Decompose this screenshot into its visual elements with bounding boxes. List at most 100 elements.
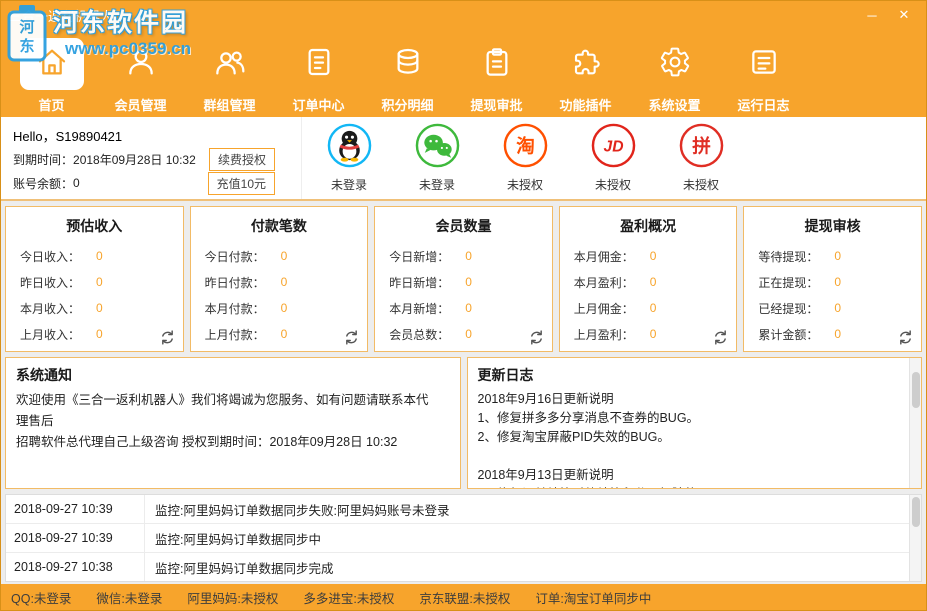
expiry-value: 2018年09月28日 10:32: [73, 151, 196, 168]
log-row[interactable]: 2018-09-27 10:39 监控:阿里妈妈订单数据同步中: [6, 524, 921, 553]
platform-qq[interactable]: 未登录: [320, 123, 378, 193]
app-window: 三合一返利机器人 ─ ✕ 首页 会员管理 群组管理 订单中心 积分明细: [0, 0, 927, 611]
refresh-icon[interactable]: [897, 329, 914, 346]
main-content: Hello，S19890421 到期时间：2018年09月28日 10:32 续…: [1, 117, 926, 584]
nav-item-home[interactable]: 首页: [7, 29, 96, 117]
minimize-button[interactable]: ─: [858, 4, 886, 26]
log-time: 2018-09-27 10:39: [6, 524, 144, 552]
platform-taobao[interactable]: 淘 未授权: [496, 123, 554, 193]
system-notice-title: 系统通知: [16, 365, 450, 385]
scrollbar-thumb[interactable]: [912, 497, 920, 527]
nav-item-members[interactable]: 会员管理: [96, 29, 185, 117]
changelog-line: 1、修复拼多多分享消息不查券的BUG。: [478, 409, 898, 428]
changelog-line: [478, 447, 898, 466]
monitor-log-table: 2018-09-27 10:39 监控:阿里妈妈订单数据同步失败:阿里妈妈账号未…: [5, 494, 922, 582]
renew-license-button[interactable]: 续费授权: [209, 148, 275, 171]
nav-item-points[interactable]: 积分明细: [363, 29, 452, 117]
jd-status: 未授权: [595, 176, 631, 193]
points-icon: [392, 46, 424, 83]
stat-cards-row: 预估收入 今日收入：0 昨日收入：0 本月收入：0 上月收入：0 付款笔数 今日…: [5, 206, 922, 352]
nav-label: 订单中心: [292, 95, 344, 114]
status-jd-union: 京东联盟:未授权: [419, 588, 510, 607]
stat-card-title: 提现审核: [744, 216, 921, 236]
stat-card-profit: 盈利概况 本月佣金：0 本月盈利：0 上月佣金：0 上月盈利：0: [559, 206, 738, 352]
nav-item-withdrawals[interactable]: 提现审批: [452, 29, 541, 117]
stat-value: 0: [96, 275, 103, 289]
nav-label: 功能插件: [559, 95, 611, 114]
nav-label: 提现审批: [470, 95, 522, 114]
stat-value: 0: [281, 275, 288, 289]
svg-text:JD: JD: [603, 138, 623, 155]
log-message: 监控:阿里妈妈订单数据同步失败:阿里妈妈账号未登录: [144, 495, 921, 523]
stat-value: 0: [281, 327, 288, 341]
stat-value: 0: [281, 249, 288, 263]
refresh-icon[interactable]: [343, 329, 360, 346]
changelog-scrollbar[interactable]: [909, 358, 921, 488]
nav-label: 积分明细: [381, 95, 433, 114]
platform-wechat[interactable]: 未登录: [408, 123, 466, 193]
qq-status: 未登录: [331, 176, 367, 193]
refresh-icon[interactable]: [528, 329, 545, 346]
stat-value: 0: [96, 249, 103, 263]
stat-value: 0: [281, 301, 288, 315]
notice-line: 欢迎使用《三合一返利机器人》我们将竭诚为您服务、如有问题请联系本代理售后: [16, 390, 436, 432]
log-row[interactable]: 2018-09-27 10:39 监控:阿里妈妈订单数据同步失败:阿里妈妈账号未…: [6, 495, 921, 524]
taobao-status: 未授权: [507, 176, 543, 193]
log-message: 监控:阿里妈妈订单数据同步中: [144, 524, 921, 552]
stat-value: 0: [465, 249, 472, 263]
stat-card-income: 预估收入 今日收入：0 昨日收入：0 本月收入：0 上月收入：0: [5, 206, 184, 352]
nav-item-settings[interactable]: 系统设置: [630, 29, 719, 117]
balance-label: 账号余额：: [13, 175, 73, 192]
changelog-line: 1、修复订单结算时待结算积分不扣除的BUG。: [478, 485, 898, 489]
nav-item-groups[interactable]: 群组管理: [185, 29, 274, 117]
nav-item-orders[interactable]: 订单中心: [274, 29, 363, 117]
order-icon: [303, 46, 335, 83]
log-scrollbar[interactable]: [909, 495, 921, 581]
platform-status-row: 未登录 未登录: [301, 117, 926, 199]
stat-value: 0: [650, 275, 657, 289]
group-icon: [214, 46, 246, 83]
nav-label: 运行日志: [737, 95, 789, 114]
main-nav: 首页 会员管理 群组管理 订单中心 积分明细 提现审批 功能插件 系统设置: [1, 29, 926, 117]
stat-value: 0: [650, 327, 657, 341]
log-time: 2018-09-27 10:38: [6, 553, 144, 581]
stat-value: 0: [465, 327, 472, 341]
stat-value: 0: [96, 327, 103, 341]
changelog-line: 2018年9月16日更新说明: [478, 390, 898, 409]
changelog-panel: 更新日志 2018年9月16日更新说明 1、修复拼多多分享消息不查券的BUG。 …: [467, 357, 923, 489]
status-alimama: 阿里妈妈:未授权: [187, 588, 278, 607]
stat-card-withdrawals: 提现审核 等待提现：0 正在提现：0 已经提现：0 累计金额：0: [743, 206, 922, 352]
stat-card-payments: 付款笔数 今日付款：0 昨日付款：0 本月付款：0 上月付款：0: [190, 206, 369, 352]
svg-text:淘: 淘: [516, 135, 535, 156]
account-panel: Hello，S19890421 到期时间：2018年09月28日 10:32 续…: [1, 117, 926, 201]
nav-item-logs[interactable]: 运行日志: [719, 29, 808, 117]
nav-item-plugins[interactable]: 功能插件: [541, 29, 630, 117]
withdraw-approval-icon: [481, 46, 513, 83]
close-button[interactable]: ✕: [890, 4, 918, 26]
nav-label: 会员管理: [114, 95, 166, 114]
nav-label: 首页: [38, 95, 64, 114]
home-icon: [36, 46, 68, 83]
refresh-icon[interactable]: [159, 329, 176, 346]
stat-value: 0: [834, 327, 841, 341]
stat-card-title: 付款笔数: [191, 216, 368, 236]
log-row[interactable]: 2018-09-27 10:38 监控:阿里妈妈订单数据同步完成: [6, 553, 921, 582]
stat-value: 0: [465, 275, 472, 289]
qq-icon: [327, 123, 372, 173]
platform-jd[interactable]: JD 未授权: [584, 123, 642, 193]
status-duoduo: 多多进宝:未授权: [303, 588, 394, 607]
stat-value: 0: [650, 301, 657, 315]
refresh-icon[interactable]: [712, 329, 729, 346]
stat-card-members: 会员数量 今日新增：0 昨日新增：0 本月新增：0 会员总数：0: [374, 206, 553, 352]
scrollbar-thumb[interactable]: [912, 372, 920, 408]
plugin-icon: [570, 46, 602, 83]
member-icon: [125, 46, 157, 83]
changelog-line: 2018年9月13日更新说明: [478, 466, 898, 485]
log-message: 监控:阿里妈妈订单数据同步完成: [144, 553, 921, 581]
stat-card-title: 盈利概况: [560, 216, 737, 236]
jd-icon: JD: [591, 123, 636, 173]
log-icon: [748, 46, 780, 83]
platform-pinduoduo[interactable]: 拼 未授权: [672, 123, 730, 193]
recharge-button[interactable]: 充值10元: [208, 172, 275, 195]
svg-text:拼: 拼: [692, 135, 711, 156]
